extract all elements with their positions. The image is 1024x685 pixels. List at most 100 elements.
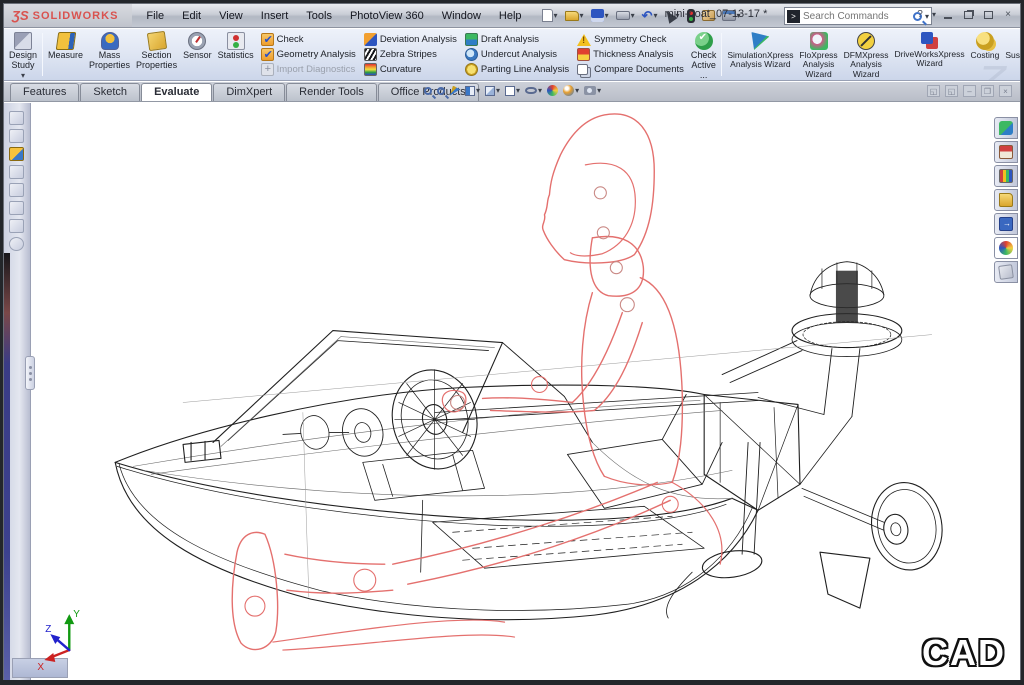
check-icon xyxy=(261,33,274,46)
custom-properties-tab[interactable] xyxy=(994,261,1018,283)
doc-restore-button[interactable]: ❐ xyxy=(981,85,994,97)
sustainabilityxpress-button[interactable]: SustainabilityXpress xyxy=(1002,30,1020,79)
tree-item-4-icon[interactable] xyxy=(9,165,24,179)
doc-window-button-2[interactable]: ◱ xyxy=(945,85,958,97)
file-explorer-tab[interactable] xyxy=(994,189,1018,211)
toolbox-icon xyxy=(999,217,1013,231)
menu-help[interactable]: Help xyxy=(491,8,530,24)
appearances-scenes-tab[interactable] xyxy=(994,237,1018,259)
model-viewport[interactable]: Y Z X xyxy=(32,103,998,680)
menu-photoview-360[interactable]: PhotoView 360 xyxy=(342,8,432,24)
display-style-icon xyxy=(505,86,515,96)
solidworks-resources-tab[interactable] xyxy=(994,141,1018,163)
mass-properties-button[interactable]: Mass Properties xyxy=(86,30,133,79)
help-button[interactable]: ? xyxy=(912,7,928,22)
draft-analysis-button[interactable]: Draft Analysis xyxy=(463,33,571,46)
solidworks-logo: ƷS SOLIDWORKS xyxy=(4,4,132,27)
zoom-to-fit-button[interactable] xyxy=(424,87,432,95)
design-study-button[interactable]: Design Study ▾ xyxy=(6,30,40,79)
search-input[interactable] xyxy=(803,11,910,22)
tab-features[interactable]: Features xyxy=(10,83,79,101)
import-diagnostics-button[interactable]: Import Diagnostics xyxy=(259,63,358,76)
undercut-analysis-button[interactable]: Undercut Analysis xyxy=(463,48,571,61)
hide-show-items-button[interactable]: ▾ xyxy=(525,86,542,95)
dfmxpress-wizard-button[interactable]: DFMXpress Analysis Wizard xyxy=(841,30,892,79)
display-style-button[interactable]: ▾ xyxy=(505,86,520,96)
doc-window-button-1[interactable]: ◱ xyxy=(927,85,940,97)
tab-evaluate[interactable]: Evaluate xyxy=(141,83,212,101)
toolbox-tab[interactable] xyxy=(994,213,1018,235)
open-button[interactable]: ▾ xyxy=(563,10,586,22)
costing-button[interactable]: Costing xyxy=(968,30,1003,79)
menu-insert[interactable]: Insert xyxy=(253,8,297,24)
title-bar: ƷS SOLIDWORKS File Edit View Insert Tool… xyxy=(4,4,1020,28)
sensor-icon xyxy=(188,32,206,50)
doc-close-button[interactable]: × xyxy=(999,85,1012,97)
symmetry-check-button[interactable]: Symmetry Check xyxy=(575,34,686,46)
restore-button[interactable] xyxy=(960,7,976,22)
costing-icon xyxy=(976,32,994,50)
check-active-button[interactable]: Check Active ... ▾ xyxy=(688,30,720,79)
new-document-button[interactable]: ▾ xyxy=(540,8,560,23)
compare-documents-button[interactable]: Compare Documents xyxy=(575,63,686,76)
solidworks-logo-mark-icon: ƷS xyxy=(12,8,29,23)
design-study-caret: ▾ xyxy=(21,71,25,80)
open-icon xyxy=(565,11,579,21)
application-window: ƷS SOLIDWORKS File Edit View Insert Tool… xyxy=(3,3,1021,680)
driveworksxpress-wizard-button[interactable]: DriveWorksXpress Wizard xyxy=(892,30,968,79)
doc-minimize-button[interactable]: – xyxy=(963,85,976,97)
minimize-button[interactable] xyxy=(940,7,956,22)
menu-view[interactable]: View xyxy=(211,8,251,24)
geometry-analysis-button[interactable]: Geometry Analysis xyxy=(259,48,358,61)
design-library-tab[interactable] xyxy=(994,165,1018,187)
check-button[interactable]: Check xyxy=(259,33,358,46)
previous-view-button[interactable] xyxy=(450,86,460,96)
search-commands-box[interactable]: > ▾ xyxy=(784,7,932,25)
tree-item-open-icon[interactable] xyxy=(9,147,24,161)
menu-edit[interactable]: Edit xyxy=(174,8,209,24)
view-orientation-button[interactable]: ▾ xyxy=(485,86,500,96)
measure-icon xyxy=(55,32,76,50)
simulationxpress-wizard-button[interactable]: SimulationXpress Analysis Wizard xyxy=(724,30,796,79)
close-button[interactable]: × xyxy=(1000,7,1016,22)
maximize-button[interactable] xyxy=(980,7,996,22)
view-settings-button[interactable]: ▾ xyxy=(584,86,601,95)
menu-file[interactable]: File xyxy=(138,8,172,24)
window-controls: ? ▾ × xyxy=(912,7,1016,22)
section-properties-button[interactable]: Section Properties xyxy=(133,30,180,79)
curvature-icon xyxy=(364,63,377,76)
zoom-to-area-icon xyxy=(437,87,445,95)
tree-item-8-icon[interactable] xyxy=(9,237,24,251)
tree-item-5-icon[interactable] xyxy=(9,183,24,197)
section-view-button[interactable]: ▾ xyxy=(465,86,480,96)
zebra-stripes-button[interactable]: Zebra Stripes xyxy=(362,48,459,61)
edit-appearance-button[interactable] xyxy=(547,85,558,96)
measure-button[interactable]: Measure xyxy=(45,30,86,79)
sensor-button[interactable]: Sensor xyxy=(180,30,215,79)
parting-line-analysis-icon xyxy=(465,63,478,76)
zoom-to-fit-icon xyxy=(424,87,432,95)
tab-sketch[interactable]: Sketch xyxy=(80,83,140,101)
solidworks-forum-tab[interactable] xyxy=(994,117,1018,139)
edit-appearance-icon xyxy=(547,85,558,96)
graphics-work-area: Y Z X CAD xyxy=(4,103,1020,680)
tree-item-2-icon[interactable] xyxy=(9,129,24,143)
curvature-button[interactable]: Curvature xyxy=(362,63,459,76)
tab-render-tools[interactable]: Render Tools xyxy=(286,83,377,101)
tree-item-6-icon[interactable] xyxy=(9,201,24,215)
statistics-button[interactable]: Statistics xyxy=(215,30,257,79)
menu-tools[interactable]: Tools xyxy=(298,8,340,24)
zoom-to-area-button[interactable] xyxy=(437,87,445,95)
save-button[interactable]: ▾ xyxy=(589,8,611,23)
tree-item-1-icon[interactable] xyxy=(9,111,24,125)
mold-analysis-column: Draft Analysis Undercut Analysis Parting… xyxy=(461,30,573,79)
triad-z-label: Z xyxy=(45,624,51,635)
tab-dimxpert[interactable]: DimXpert xyxy=(213,83,285,101)
thickness-analysis-button[interactable]: Thickness Analysis xyxy=(575,48,686,61)
deviation-analysis-button[interactable]: Deviation Analysis xyxy=(362,33,459,46)
menu-window[interactable]: Window xyxy=(434,8,489,24)
tree-item-7-icon[interactable] xyxy=(9,219,24,233)
parting-line-analysis-button[interactable]: Parting Line Analysis xyxy=(463,63,571,76)
apply-scene-button[interactable]: ▾ xyxy=(563,85,579,96)
floxpress-wizard-button[interactable]: FloXpress Analysis Wizard xyxy=(796,30,840,79)
